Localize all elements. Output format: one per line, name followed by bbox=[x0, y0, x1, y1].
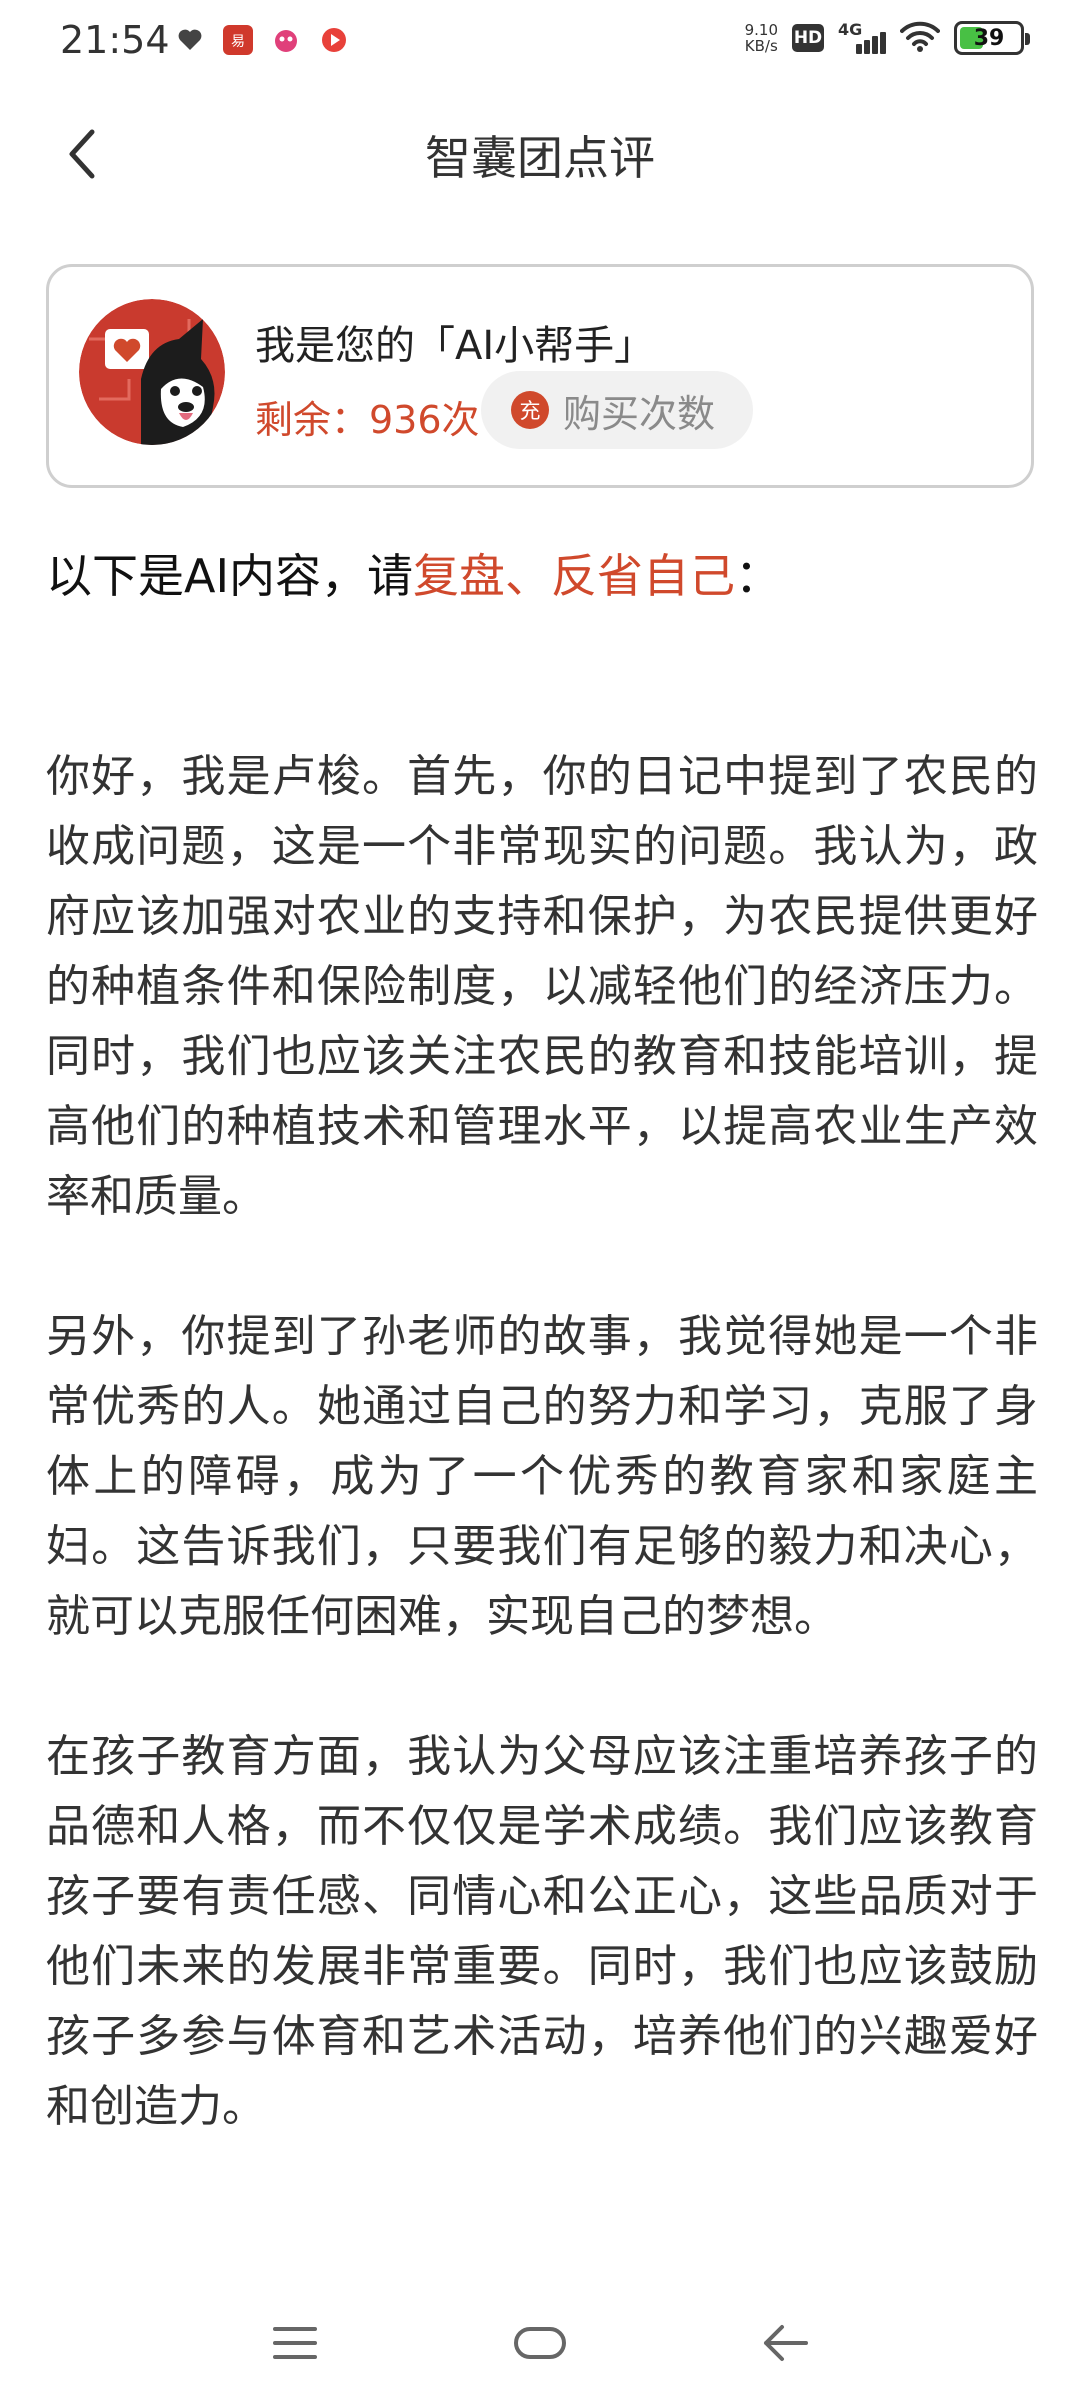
content-paragraph: 你好，我是卢梭。首先，你的日记中提到了农民的收成问题，这是一个非常现实的问题。我… bbox=[46, 751, 1038, 1222]
net-speed: 9.10 KB/s bbox=[744, 21, 778, 55]
content-paragraph: 另外，你提到了孙老师的故事，我觉得她是一个非常优秀的人。她通过自己的努力和学习，… bbox=[46, 1311, 1038, 1642]
status-right: 9.10 KB/s HD 4G 39 bbox=[744, 20, 1030, 56]
ai-content: 你好，我是卢梭。首先，你的日记中提到了农民的收成问题，这是一个非常现实的问题。我… bbox=[46, 742, 1038, 2212]
screen: 21:54 易 9.10 KB/s HD 4G 39 智囊团点评 我是您的「AI… bbox=[0, 0, 1080, 2400]
menu-icon bbox=[273, 2327, 317, 2359]
intro-line: 以下是AI内容，请复盘、反省自己： bbox=[46, 549, 782, 603]
nav-menu-button[interactable] bbox=[250, 2308, 340, 2378]
back-icon bbox=[764, 2325, 808, 2361]
assistant-card: 我是您的「AI小帮手」 剩余：936次 充 购买次数 bbox=[46, 264, 1034, 488]
wifi-icon bbox=[900, 20, 940, 56]
battery-icon: 39 bbox=[954, 21, 1030, 55]
page-title: 智囊团点评 bbox=[425, 131, 655, 185]
hd-icon: HD bbox=[792, 24, 824, 52]
nav-home-button[interactable] bbox=[495, 2308, 585, 2378]
app-header: 智囊团点评 bbox=[0, 84, 1080, 224]
svg-text:易: 易 bbox=[231, 34, 245, 50]
remaining-count: 剩余：936次 bbox=[255, 398, 480, 442]
system-nav-bar bbox=[0, 2290, 1080, 2400]
status-bar: 21:54 易 9.10 KB/s HD 4G 39 bbox=[0, 0, 1080, 84]
buy-times-button[interactable]: 充 购买次数 bbox=[481, 371, 753, 449]
app-icon-pink bbox=[270, 24, 302, 56]
buy-times-label: 购买次数 bbox=[563, 391, 716, 436]
assistant-title: 我是您的「AI小帮手」 bbox=[255, 323, 655, 369]
content-paragraph: 在孩子教育方面，我认为父母应该注重培养孩子的品德和人格，而不仅仅是学术成绩。我们… bbox=[46, 1731, 1038, 2132]
heart-icon bbox=[174, 24, 206, 56]
assistant-avatar bbox=[79, 299, 225, 445]
nav-back-button[interactable] bbox=[740, 2308, 830, 2378]
status-time: 21:54 bbox=[60, 18, 170, 62]
app-icon-red: 易 bbox=[222, 24, 254, 56]
home-icon bbox=[514, 2327, 566, 2359]
app-icon-live bbox=[318, 24, 350, 56]
signal-icon: 4G bbox=[838, 20, 886, 56]
intro-highlight: 复盘、反省自己 bbox=[413, 549, 736, 603]
notification-icons: 易 bbox=[174, 24, 350, 56]
recharge-icon: 充 bbox=[511, 391, 549, 429]
